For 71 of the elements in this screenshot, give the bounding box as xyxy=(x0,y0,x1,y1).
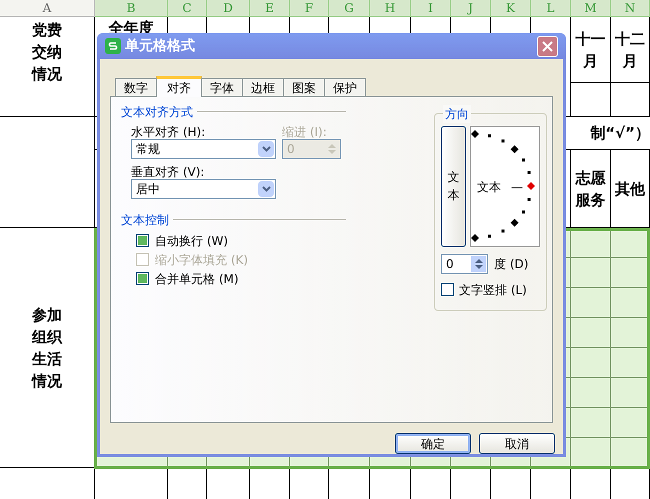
dialog-button[interactable]: 确定 xyxy=(395,433,471,454)
column-header[interactable]: J xyxy=(451,0,491,17)
column-header[interactable]: L xyxy=(531,0,571,17)
selected-cell xyxy=(571,408,611,438)
field-label: 度 (D) xyxy=(494,256,528,273)
checkbox[interactable] xyxy=(136,234,149,248)
checkbox-label: 文字竖排 (L) xyxy=(459,282,527,299)
vertical-align-dropdown[interactable]: 居中 xyxy=(131,178,276,199)
selected-cell xyxy=(571,288,611,318)
window-title: 单元格格式 xyxy=(125,36,196,56)
selected-cell xyxy=(571,348,611,378)
dial-dash: — xyxy=(511,178,523,196)
column-header[interactable]: M xyxy=(571,0,611,17)
column-header[interactable]: B xyxy=(95,0,168,17)
checkbox-label: 缩小字体填充 (K) xyxy=(155,252,248,269)
close-button[interactable] xyxy=(537,36,558,57)
column-header[interactable]: A xyxy=(0,0,95,17)
tab[interactable]: 对齐 xyxy=(156,76,202,97)
checkbox[interactable] xyxy=(441,283,454,296)
section-title: 文本对齐方式 xyxy=(121,104,193,121)
cell-text: 十一 月 xyxy=(576,28,606,72)
dialog-button[interactable]: 取消 xyxy=(479,433,555,454)
spin-field[interactable]: 0 xyxy=(441,254,488,274)
field-label: 水平对齐 (H): xyxy=(131,124,206,139)
cell-text: 志愿 服务 xyxy=(576,168,606,210)
selected-cell xyxy=(611,348,650,378)
selected-cell xyxy=(611,378,650,408)
column-header[interactable]: H xyxy=(370,0,411,17)
selected-cell xyxy=(611,258,650,288)
tab[interactable]: 数字 xyxy=(115,78,157,96)
cell-text: 制“√”） xyxy=(590,122,650,144)
column-header[interactable]: N xyxy=(611,0,650,17)
cell-text: 其他 xyxy=(615,178,645,200)
checkbox-label: 合并单元格 (M) xyxy=(155,270,239,288)
column-header[interactable]: F xyxy=(290,0,329,17)
vertical-text-button[interactable]: 文本 xyxy=(441,126,466,247)
checkbox-label: 自动换行 (W) xyxy=(155,232,228,250)
cell-text: 十二 月 xyxy=(615,28,645,72)
column-header[interactable]: I xyxy=(411,0,451,17)
column-header[interactable]: K xyxy=(491,0,531,17)
checkbox[interactable] xyxy=(136,272,149,286)
tab[interactable]: 边框 xyxy=(242,78,284,96)
tab[interactable]: 保护 xyxy=(324,78,366,96)
field-label: 缩进 (I): xyxy=(282,124,328,139)
column-header[interactable]: G xyxy=(329,0,370,17)
section-title: 文本控制 xyxy=(121,212,169,229)
column-header[interactable]: C xyxy=(168,0,207,17)
cell-text: 参加 组织 生活 情况 xyxy=(32,304,62,392)
cell-text: 党费 交纳 情况 xyxy=(32,20,62,84)
column-header[interactable]: E xyxy=(250,0,290,17)
selected-cell xyxy=(611,318,650,348)
column-header[interactable]: D xyxy=(207,0,250,17)
close-icon xyxy=(542,40,553,52)
dropdown-caret-icon xyxy=(258,180,274,197)
selected-cell xyxy=(571,318,611,348)
selected-cell xyxy=(571,228,611,258)
selected-cell xyxy=(571,258,611,288)
spinner-arrows-icon xyxy=(471,256,486,272)
horizontal-align-dropdown[interactable]: 常规 xyxy=(131,138,276,159)
app-logo-icon xyxy=(105,38,121,54)
dropdown-caret-icon xyxy=(258,140,274,157)
selected-cell xyxy=(571,378,611,408)
section-title: 方向 xyxy=(443,104,471,123)
field-label: 垂直对齐 (V): xyxy=(131,164,206,179)
dial-text: 文本 xyxy=(477,178,501,196)
orientation-dial[interactable]: 文本 — xyxy=(470,126,540,247)
tab[interactable]: 图案 xyxy=(283,78,325,96)
tab[interactable]: 字体 xyxy=(201,78,243,96)
selected-cell xyxy=(611,288,650,318)
selected-cell xyxy=(571,438,611,468)
selected-cell xyxy=(611,408,650,438)
